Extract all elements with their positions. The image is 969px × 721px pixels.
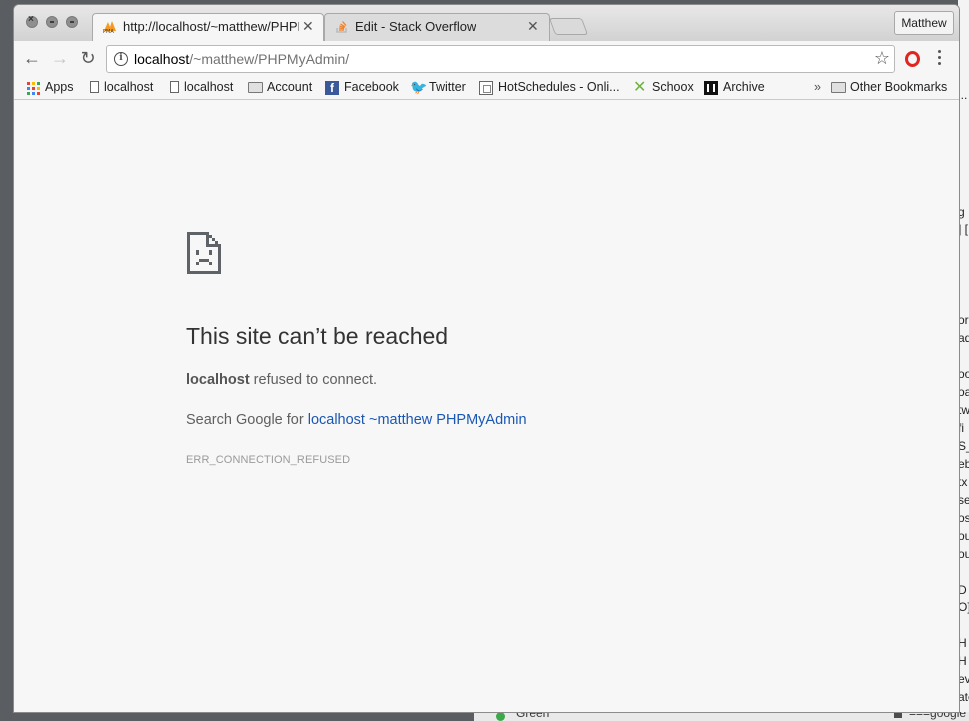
folder-icon <box>248 82 263 93</box>
bookmarks-bar: Apps localhost localhost Account f Faceb… <box>14 76 959 100</box>
bookmark-star-icon[interactable]: ☆ <box>874 48 890 69</box>
phpmyadmin-icon: PMA <box>103 21 116 33</box>
url-text[interactable]: localhost/~matthew/PHPMyAdmin/ <box>134 51 349 67</box>
profile-button[interactable]: Matthew <box>894 11 954 35</box>
navigation-toolbar: ← → ↻ i localhost/~matthew/PHPMyAdmin/ ☆ <box>14 41 959 76</box>
bookmark-label: Account <box>267 80 313 94</box>
bg-fragment: or <box>958 313 969 327</box>
forward-button[interactable]: → <box>47 46 73 70</box>
bookmark-label: Facebook <box>344 80 399 94</box>
bookmark-label: HotSchedules - Onli... <box>498 80 620 94</box>
error-code: ERR_CONNECTION_REFUSED <box>186 454 351 466</box>
bg-fragment: se <box>958 493 969 507</box>
apps-grid-icon <box>26 81 40 95</box>
bg-fragment: H <box>958 636 967 650</box>
info-icon[interactable]: i <box>114 52 128 66</box>
address-bar[interactable]: i localhost/~matthew/PHPMyAdmin/ ☆ <box>106 45 895 73</box>
page-icon <box>90 81 99 93</box>
back-button[interactable]: ← <box>19 46 45 70</box>
error-host: localhost <box>186 372 250 388</box>
hotschedules-icon <box>479 81 493 95</box>
sad-page-icon <box>187 232 221 274</box>
bg-fragment: tw <box>958 403 969 417</box>
error-page: This site can’t be reached localhost ref… <box>14 101 959 712</box>
window-close-button[interactable] <box>26 14 38 28</box>
bookmark-label: Apps <box>45 80 74 94</box>
bookmark-label: Schoox <box>652 80 694 94</box>
error-message: localhost refused to connect. <box>186 372 377 388</box>
window-zoom-button[interactable] <box>66 16 78 28</box>
url-host: localhost <box>134 51 190 67</box>
url-path: /~matthew/PHPMyAdmin/ <box>189 51 350 67</box>
search-prefix: Search Google for <box>186 412 308 428</box>
archive-icon <box>704 81 718 95</box>
opera-extension-icon[interactable] <box>905 51 920 67</box>
new-tab-button[interactable] <box>548 18 589 35</box>
bookmarks-overflow-button[interactable]: » <box>814 80 821 96</box>
bg-fragment: ou <box>958 529 969 543</box>
svg-text:PMA: PMA <box>103 29 114 33</box>
reload-button[interactable]: ↻ <box>75 46 101 70</box>
bookmark-label: Archive <box>723 80 765 94</box>
tab-strip: PMA http://localhost/~matthew/PHPMyAdmin… <box>14 5 959 41</box>
stackoverflow-icon <box>336 21 347 33</box>
bg-fragment: eb <box>958 457 969 471</box>
bg-fragment: oo <box>958 367 969 381</box>
bg-fragment: O] <box>958 600 969 614</box>
background-window-right: i.. g ] [ or ad oo oa tw fi S_ eb tx se … <box>958 0 969 721</box>
bg-fragment: D <box>958 583 967 597</box>
tab-phpmyadmin[interactable]: PMA http://localhost/~matthew/PHPMyAdmin… <box>92 13 324 41</box>
google-search-link[interactable]: localhost ~matthew PHPMyAdmin <box>308 412 527 428</box>
error-message-text: refused to connect. <box>249 372 378 388</box>
bg-fragment: tx <box>958 475 968 489</box>
bg-fragment: ate <box>958 690 969 704</box>
bg-fragment: os <box>958 511 969 525</box>
search-suggestion: Search Google for localhost ~matthew PHP… <box>186 412 527 428</box>
checkbox-icon <box>894 712 902 718</box>
bg-fragment: ou <box>958 547 969 561</box>
bg-fragment: g <box>958 205 965 219</box>
error-title: This site can’t be reached <box>186 323 449 349</box>
bg-fragment: H <box>958 654 967 668</box>
window-minimize-button[interactable] <box>46 16 58 28</box>
page-icon <box>170 81 179 93</box>
tab-close-icon[interactable]: ✕ <box>527 18 539 35</box>
bg-fragment: i.. <box>958 88 968 102</box>
background-window-bottom: Green ===google <box>474 712 969 721</box>
folder-icon <box>831 82 846 93</box>
tab-close-icon[interactable]: ✕ <box>302 18 314 35</box>
green-dot-icon <box>496 712 505 721</box>
bg-fragment: ev <box>958 672 969 686</box>
tab-title: http://localhost/~matthew/PHPMyAdmin/ <box>123 19 299 34</box>
facebook-icon: f <box>325 81 339 95</box>
bg-fragment: oa <box>958 385 969 399</box>
tab-title: Edit - Stack Overflow <box>355 19 477 34</box>
bookmark-label: localhost <box>104 80 154 94</box>
browser-window: PMA http://localhost/~matthew/PHPMyAdmin… <box>14 5 959 712</box>
bg-fragment: ad <box>958 331 969 345</box>
twitter-icon: 🐦 <box>410 79 428 95</box>
bg-fragment: S_ <box>958 439 969 453</box>
bg-fragment: ] [ <box>958 222 969 236</box>
bookmark-label: Other Bookmarks <box>850 80 948 94</box>
schoox-icon: ✕ <box>633 79 647 96</box>
bg-google-label: ===google <box>909 712 967 720</box>
bg-green-label: Green <box>516 712 550 720</box>
tab-stack-overflow[interactable]: Edit - Stack Overflow ✕ <box>324 13 550 41</box>
bookmark-label: Twitter <box>429 80 466 94</box>
bookmark-label: localhost <box>184 80 234 94</box>
more-menu-icon[interactable] <box>938 50 942 66</box>
